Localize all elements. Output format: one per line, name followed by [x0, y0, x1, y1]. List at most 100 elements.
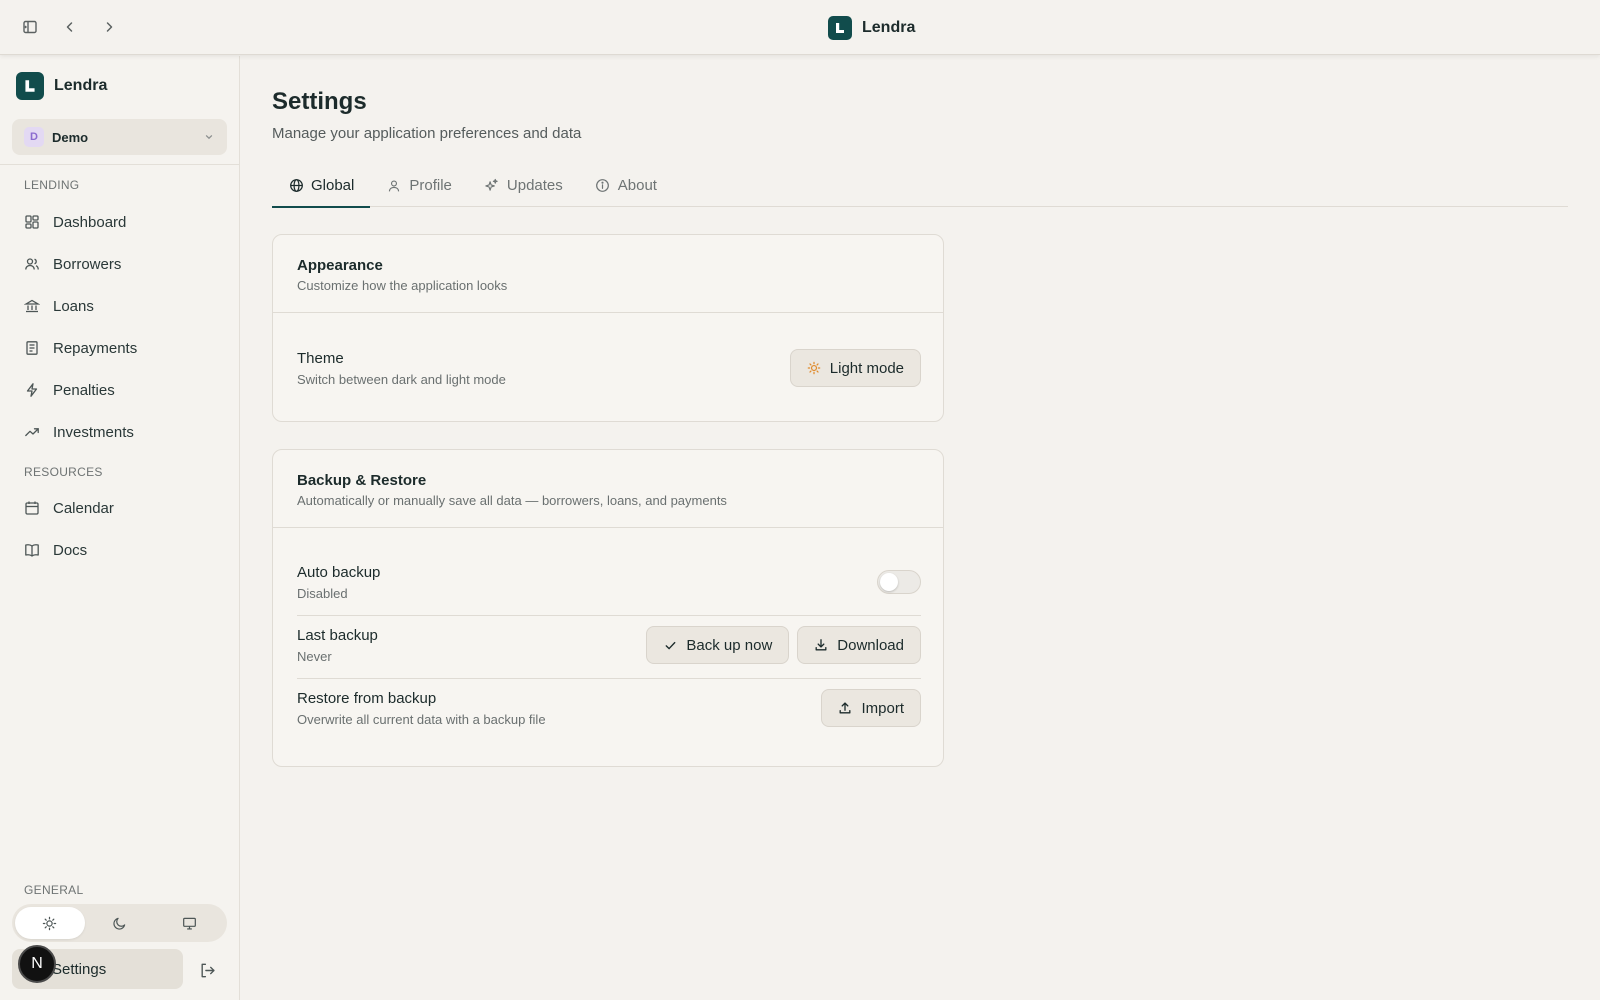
sidebar: Lendra D Demo LENDING Dashboard Borrower… — [0, 56, 240, 1000]
chevron-left-icon[interactable] — [58, 15, 82, 39]
backup-description: Automatically or manually save all data … — [297, 493, 727, 508]
tab-profile[interactable]: Profile — [370, 164, 468, 207]
last-backup-value: Never — [297, 648, 332, 664]
sidebar-item-investments[interactable]: Investments — [12, 414, 227, 450]
last-backup-title: Last backup — [297, 626, 378, 644]
last-backup-row: Last backup Never Back up now Download — [297, 626, 921, 664]
users-icon — [24, 256, 40, 272]
sidebar-item-label: Docs — [53, 541, 88, 559]
backup-card-header: Backup & Restore Automatically or manual… — [273, 450, 943, 528]
appearance-title: Appearance — [297, 257, 383, 274]
restore-title: Restore from backup — [297, 689, 437, 707]
sparkles-icon — [484, 178, 500, 194]
page-title: Settings — [272, 88, 367, 115]
sidebar-toggle-icon[interactable] — [18, 15, 42, 39]
theme-system-option[interactable] — [154, 907, 224, 939]
row-divider — [297, 678, 921, 679]
upload-icon — [838, 701, 852, 715]
lendra-logo-icon — [828, 16, 852, 40]
sidebar-divider — [0, 164, 239, 165]
theme-switcher — [12, 904, 227, 942]
sidebar-item-loans[interactable]: Loans — [12, 288, 227, 324]
theme-title: Theme — [297, 349, 344, 367]
theme-toggle-button[interactable]: Light mode — [789, 349, 921, 387]
theme-description: Switch between dark and light mode — [297, 371, 506, 387]
titlebar-app-name: Lendra — [862, 19, 916, 36]
restore-description: Overwrite all current data with a backup… — [297, 711, 546, 727]
sidebar-item-label: Loans — [53, 297, 94, 315]
chevron-right-icon[interactable] — [97, 15, 121, 39]
sidebar-item-label: Penalties — [53, 381, 115, 399]
bank-icon — [24, 298, 40, 314]
section-label-general: GENERAL — [24, 883, 84, 897]
appearance-card-header: Appearance Customize how the application… — [273, 235, 943, 313]
theme-dark-option[interactable] — [85, 907, 155, 939]
backup-card: Backup & Restore Automatically or manual… — [272, 449, 944, 767]
tab-about[interactable]: About — [579, 164, 673, 207]
sun-icon — [42, 916, 57, 931]
import-label: Import — [861, 699, 904, 717]
sidebar-item-calendar[interactable]: Calendar — [12, 490, 227, 526]
restore-row: Restore from backup Overwrite all curren… — [297, 689, 921, 727]
monitor-icon — [182, 916, 197, 931]
sidebar-item-label: Settings — [52, 960, 107, 978]
sidebar-item-label: Calendar — [53, 499, 114, 517]
titlebar-brand: Lendra — [828, 16, 915, 40]
back-up-now-button[interactable]: Back up now — [646, 626, 790, 664]
sun-icon — [807, 361, 821, 375]
toggle-knob — [880, 573, 898, 591]
globe-icon — [288, 178, 304, 194]
sidebar-item-penalties[interactable]: Penalties — [12, 372, 227, 408]
sidebar-brand[interactable]: Lendra — [16, 72, 107, 100]
workspace-avatar: D — [24, 127, 44, 147]
theme-light-option[interactable] — [15, 907, 85, 939]
receipt-icon — [24, 340, 40, 356]
dashboard-icon — [24, 214, 40, 230]
sidebar-item-label: Borrowers — [53, 255, 122, 273]
theme-button-label: Light mode — [829, 359, 904, 377]
download-label: Download — [837, 636, 904, 654]
auto-backup-toggle[interactable] — [877, 570, 921, 594]
sidebar-item-borrowers[interactable]: Borrowers — [12, 246, 227, 282]
tab-updates[interactable]: Updates — [468, 164, 579, 207]
lightning-icon — [24, 382, 40, 398]
main-content: Settings Manage your application prefere… — [240, 56, 1600, 1000]
chevron-down-icon — [203, 131, 215, 143]
tab-global[interactable]: Global — [272, 164, 371, 208]
settings-tabs: Global Profile Updates About — [272, 164, 1568, 208]
tab-label: Updates — [506, 177, 563, 194]
page-subtitle: Manage your application preferences and … — [272, 125, 582, 142]
user-icon — [386, 178, 402, 194]
row-divider — [297, 615, 921, 616]
sidebar-item-dashboard[interactable]: Dashboard — [12, 204, 227, 240]
sidebar-item-label: Repayments — [53, 339, 138, 357]
tab-label: Global — [311, 177, 355, 194]
lendra-logo-icon — [16, 72, 44, 100]
logout-icon[interactable] — [195, 958, 219, 982]
trending-up-icon — [24, 424, 40, 440]
user-avatar[interactable]: N — [18, 945, 56, 983]
calendar-icon — [24, 500, 40, 516]
sidebar-app-name: Lendra — [54, 77, 108, 94]
auto-backup-status: Disabled — [297, 585, 348, 601]
section-label-lending: LENDING — [24, 178, 80, 192]
auto-backup-row: Auto backup Disabled — [297, 563, 921, 601]
import-button[interactable]: Import — [821, 689, 921, 727]
theme-row: Theme Switch between dark and light mode… — [297, 349, 921, 387]
tab-label: Profile — [409, 177, 452, 194]
workspace-switcher[interactable]: D Demo — [12, 119, 227, 155]
appearance-description: Customize how the application looks — [297, 278, 508, 293]
sidebar-item-label: Dashboard — [53, 213, 127, 231]
auto-backup-title: Auto backup — [297, 563, 381, 581]
backup-title: Backup & Restore — [297, 472, 427, 489]
sidebar-item-docs[interactable]: Docs — [12, 532, 227, 568]
check-icon — [663, 638, 677, 652]
download-button[interactable]: Download — [797, 626, 921, 664]
section-label-resources: RESOURCES — [24, 465, 103, 479]
title-bar: Lendra — [0, 0, 1600, 55]
sidebar-item-repayments[interactable]: Repayments — [12, 330, 227, 366]
book-icon — [24, 542, 40, 558]
moon-icon — [112, 916, 127, 931]
tab-label: About — [617, 177, 657, 194]
workspace-name: Demo — [52, 129, 89, 145]
